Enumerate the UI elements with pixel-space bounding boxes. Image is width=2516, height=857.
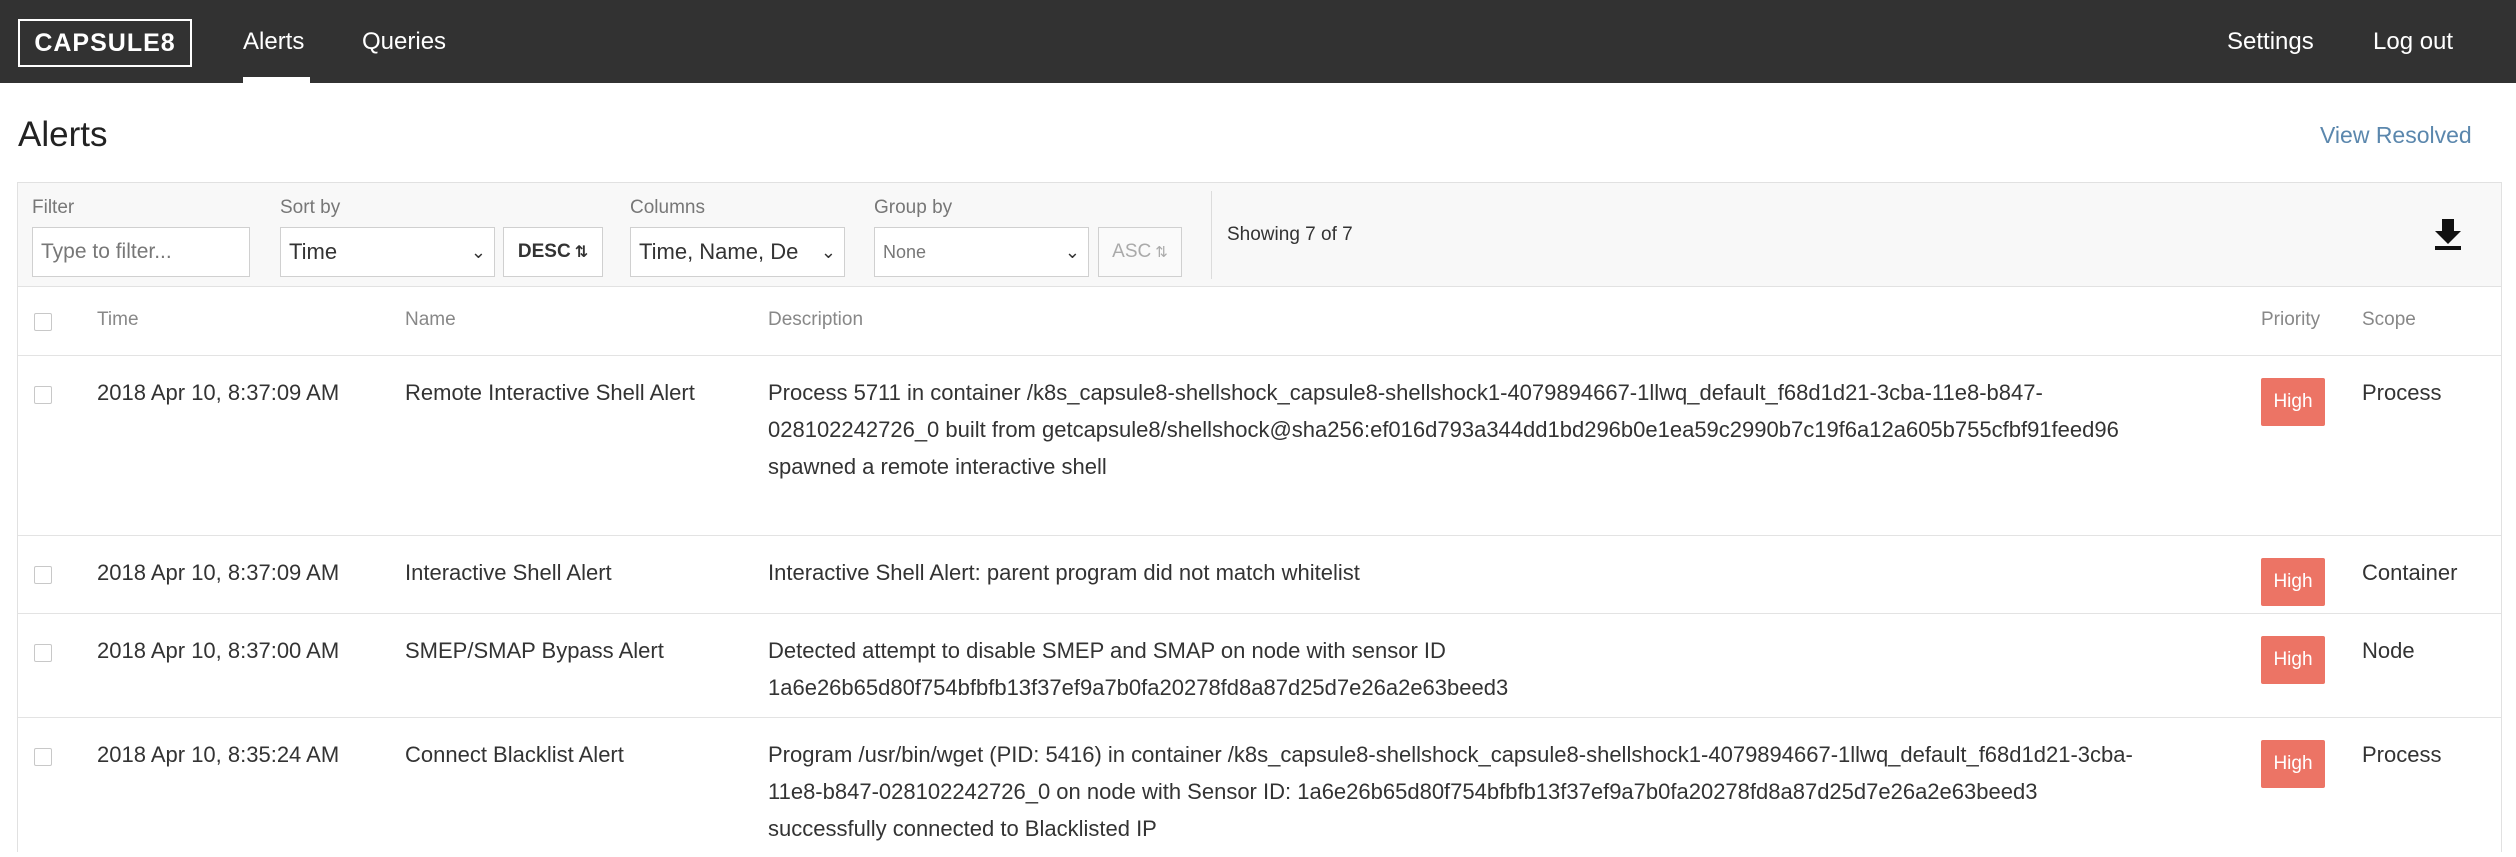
sort-arrows-icon: ⇅: [574, 244, 589, 261]
priority-badge: High: [2261, 636, 2325, 684]
table-row[interactable]: 2018 Apr 10, 8:37:00 AM SMEP/SMAP Bypass…: [18, 613, 2501, 717]
row-checkbox[interactable]: [34, 386, 52, 404]
alert-description: Interactive Shell Alert: parent program …: [768, 560, 1360, 585]
alert-description: Detected attempt to disable SMEP and SMA…: [768, 638, 1509, 700]
group-order-label: ASC: [1112, 241, 1152, 262]
priority-badge: High: [2261, 740, 2325, 788]
top-nav: CAPSULE8 Alerts Queries Settings Log out: [0, 0, 2516, 83]
group-by-label: Group by: [874, 197, 953, 218]
chevron-down-icon: ⌄: [820, 242, 836, 262]
alert-description: Program /usr/bin/wget (PID: 5416) in con…: [768, 742, 2133, 841]
group-order-button[interactable]: ASC ⇅: [1098, 227, 1182, 277]
table-row[interactable]: 2018 Apr 10, 8:37:09 AM Interactive Shel…: [18, 535, 2501, 613]
alert-scope: Container: [2362, 560, 2458, 585]
showing-count: Showing 7 of 7: [1227, 224, 1353, 245]
sort-by-label: Sort by: [280, 197, 341, 218]
active-nav-indicator: [243, 77, 310, 83]
priority-badge: High: [2261, 378, 2325, 426]
column-header-time[interactable]: Time: [97, 309, 139, 331]
download-icon[interactable]: [2428, 213, 2468, 253]
filter-input[interactable]: [32, 227, 250, 277]
nav-logout[interactable]: Log out: [2373, 26, 2453, 58]
row-checkbox[interactable]: [34, 748, 52, 766]
alert-time: 2018 Apr 10, 8:37:09 AM: [97, 380, 340, 405]
alert-time: 2018 Apr 10, 8:35:24 AM: [97, 742, 340, 767]
chevron-down-icon: ⌄: [470, 242, 486, 262]
view-resolved-link[interactable]: View Resolved: [2320, 121, 2472, 149]
select-all-checkbox[interactable]: [34, 313, 52, 331]
toolbar-divider: [1211, 191, 1212, 279]
alert-name[interactable]: SMEP/SMAP Bypass Alert: [405, 632, 664, 669]
sort-order-label: DESC: [517, 241, 571, 262]
alert-scope: Process: [2362, 380, 2442, 405]
sort-arrows-icon: ⇅: [1155, 244, 1168, 261]
alerts-toolbar: Filter Sort by Time ⌄ DESC ⇅ Columns Tim…: [18, 183, 2501, 287]
table-row[interactable]: 2018 Apr 10, 8:35:24 AM Connect Blacklis…: [18, 717, 2501, 857]
nav-settings[interactable]: Settings: [2227, 26, 2314, 58]
row-checkbox[interactable]: [34, 566, 52, 584]
columns-label: Columns: [630, 197, 705, 218]
column-header-description[interactable]: Description: [768, 309, 863, 331]
alert-name[interactable]: Interactive Shell Alert: [405, 554, 612, 591]
alert-time: 2018 Apr 10, 8:37:09 AM: [97, 560, 340, 585]
sort-by-value: Time: [289, 239, 338, 264]
alert-name[interactable]: Connect Blacklist Alert: [405, 736, 624, 773]
column-header-scope[interactable]: Scope: [2362, 309, 2416, 331]
capsule8-logo[interactable]: CAPSULE8: [18, 19, 192, 67]
nav-alerts[interactable]: Alerts: [243, 26, 304, 58]
sort-by-select[interactable]: Time ⌄: [280, 227, 495, 277]
chevron-down-icon: ⌄: [1064, 242, 1080, 262]
column-header-name[interactable]: Name: [405, 309, 456, 331]
alert-scope: Node: [2362, 638, 2415, 663]
alert-name[interactable]: Remote Interactive Shell Alert: [405, 374, 695, 411]
alerts-panel: Filter Sort by Time ⌄ DESC ⇅ Columns Tim…: [17, 182, 2502, 852]
alert-time: 2018 Apr 10, 8:37:00 AM: [97, 638, 340, 663]
page-title: Alerts: [18, 115, 108, 154]
nav-queries[interactable]: Queries: [362, 26, 446, 58]
priority-badge: High: [2261, 558, 2325, 606]
filter-label: Filter: [32, 197, 75, 218]
group-by-value: None: [883, 241, 927, 262]
group-by-select[interactable]: None ⌄: [874, 227, 1089, 277]
columns-value: Time, Name, De: [639, 239, 799, 264]
columns-select[interactable]: Time, Name, De ⌄: [630, 227, 845, 277]
row-checkbox[interactable]: [34, 644, 52, 662]
alert-scope: Process: [2362, 742, 2442, 767]
column-header-priority[interactable]: Priority: [2261, 309, 2320, 331]
table-row[interactable]: 2018 Apr 10, 8:37:09 AM Remote Interacti…: [18, 355, 2501, 535]
alert-description: Process 5711 in container /k8s_capsule8-…: [768, 380, 2119, 479]
sort-order-button[interactable]: DESC ⇅: [503, 227, 603, 277]
